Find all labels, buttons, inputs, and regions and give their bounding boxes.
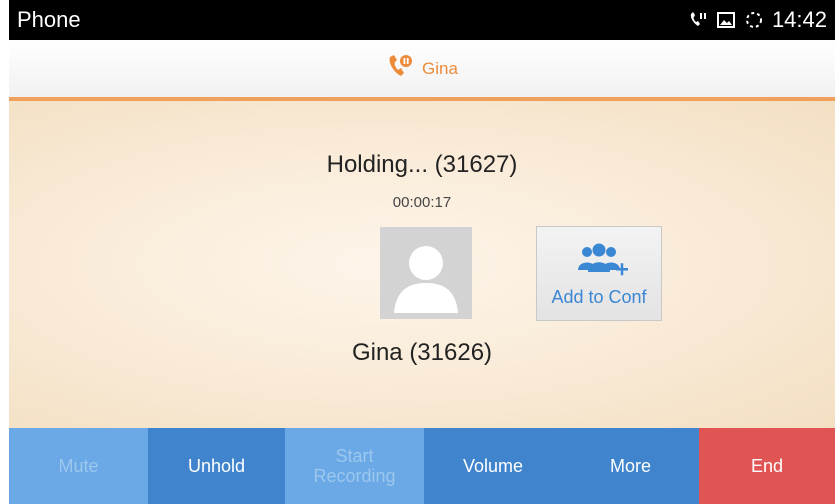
sync-icon (744, 10, 764, 30)
status-time: 14:42 (771, 7, 827, 32)
phone-screen: Phone 14:42 Gina Holding... (31627) 00:0… (9, 0, 835, 504)
more-button[interactable]: More (562, 428, 699, 504)
add-to-conf-button[interactable]: Add to Conf (536, 226, 662, 321)
call-header: Gina (9, 40, 835, 101)
volume-button[interactable]: Volume (424, 428, 562, 504)
picture-icon (716, 10, 736, 30)
call-toolbar: Mute Unhold Start Recording Volume More … (9, 428, 835, 504)
mute-button[interactable]: Mute (9, 428, 148, 504)
call-hold-icon (688, 10, 708, 30)
call-timer: 00:00:17 (392, 194, 452, 211)
status-icons: 14:42 (688, 7, 827, 33)
end-call-button[interactable]: End (699, 428, 835, 504)
status-bar: Phone 14:42 (9, 0, 835, 40)
start-recording-button[interactable]: Start Recording (285, 428, 424, 504)
call-header-contact: Gina (422, 58, 458, 78)
call-status: Holding... (31627) (326, 151, 518, 178)
add-to-conf-label: Add to Conf (551, 286, 647, 307)
contact-label: Gina (31626) (351, 339, 493, 366)
avatar (380, 227, 472, 319)
call-screen: Holding... (31627) 00:00:17 Add to Conf … (9, 101, 835, 428)
unhold-button[interactable]: Unhold (148, 428, 285, 504)
call-hold-icon (386, 53, 414, 84)
app-name: Phone (17, 7, 81, 32)
add-conference-icon (567, 240, 631, 285)
